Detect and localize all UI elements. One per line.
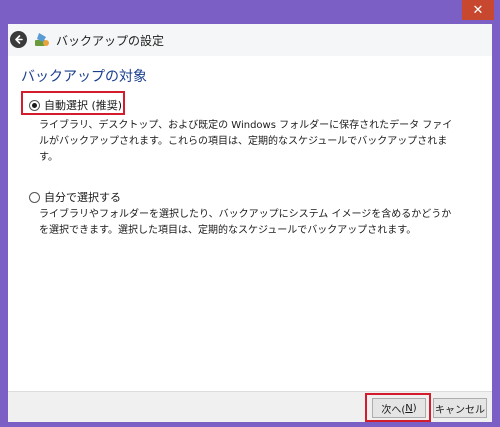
backup-settings-window: ✕ バックアップの設定 バックアップの対象 自動選択 (推奨) ライブラリ、デス… xyxy=(0,0,500,427)
title-bar: バックアップの設定 xyxy=(8,24,492,56)
window-title: バックアップの設定 xyxy=(56,34,165,48)
close-icon: ✕ xyxy=(472,2,484,18)
close-button[interactable]: ✕ xyxy=(462,0,494,20)
radio-button-manual[interactable] xyxy=(29,191,40,203)
main-content: バックアップの対象 自動選択 (推奨) ライブラリ、デスクトップ、および既定の … xyxy=(8,56,492,391)
auto-select-description: ライブラリ、デスクトップ、および既定の Windows フォルダーに保存されたデ… xyxy=(39,120,453,163)
next-button[interactable]: 次へ(N) xyxy=(372,398,426,418)
footer-bar: 次へ(N) キャンセル xyxy=(8,391,492,422)
next-label-prefix: 次へ( xyxy=(381,404,406,416)
next-access-key: N xyxy=(405,402,413,414)
backup-app-icon xyxy=(35,33,49,46)
radio-auto-select[interactable]: 自動選択 (推奨) xyxy=(29,97,122,113)
back-arrow-icon xyxy=(15,35,23,44)
radio-label-manual: 自分で選択する xyxy=(44,191,121,204)
radio-button-auto[interactable] xyxy=(29,99,40,111)
next-label-suffix: ) xyxy=(412,402,417,414)
page-heading: バックアップの対象 xyxy=(21,69,147,85)
radio-manual-select[interactable]: 自分で選択する xyxy=(29,189,121,205)
manual-select-description: ライブラリやフォルダーを選択したり、バックアップにシステム イメージを含めるかど… xyxy=(39,209,452,236)
cancel-button[interactable]: キャンセル xyxy=(433,398,487,418)
radio-label-auto: 自動選択 (推奨) xyxy=(44,99,123,112)
back-button[interactable] xyxy=(10,31,27,48)
